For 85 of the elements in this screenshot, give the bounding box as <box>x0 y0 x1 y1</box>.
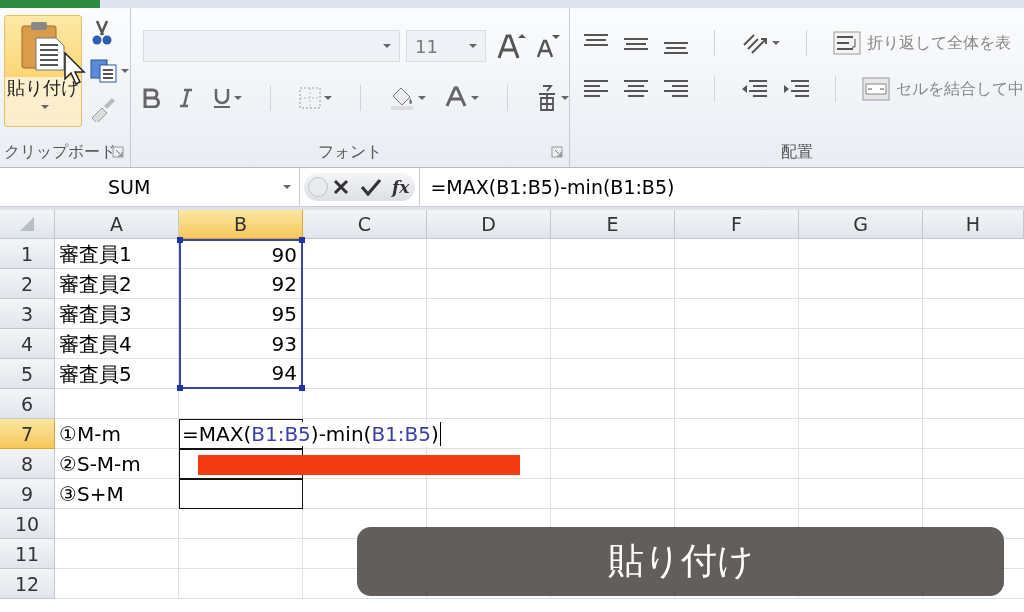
column-header[interactable]: F <box>675 210 799 239</box>
decrease-indent-icon[interactable] <box>741 78 767 100</box>
group-label: クリップボード <box>4 141 116 163</box>
caret-icon[interactable] <box>561 95 569 101</box>
row-header[interactable]: 12 <box>0 569 55 599</box>
copy-icon[interactable] <box>90 59 118 83</box>
row-header[interactable]: 6 <box>0 389 55 419</box>
sheet-cell[interactable]: 審査員1 <box>55 239 179 269</box>
insert-function-button[interactable]: fx <box>392 177 410 197</box>
sheet-cell[interactable] <box>179 449 303 479</box>
increase-indent-icon[interactable] <box>783 78 809 100</box>
cancel-icon[interactable] <box>332 178 350 196</box>
sheet-cell[interactable]: 審査員4 <box>55 329 179 359</box>
column-header[interactable]: A <box>55 210 179 239</box>
column-header[interactable]: H <box>923 210 1024 239</box>
caption-toast: 貼り付け <box>357 527 1004 596</box>
sheet-cell[interactable]: 93 <box>179 329 303 359</box>
sheet-cell[interactable]: 審査員2 <box>55 269 179 299</box>
shrink-font-icon[interactable] <box>534 33 560 59</box>
row-header[interactable]: 7 <box>0 419 55 449</box>
column-header[interactable]: C <box>303 210 427 239</box>
align-right-icon[interactable] <box>664 78 688 100</box>
column-header[interactable]: E <box>551 210 675 239</box>
row-header[interactable]: 1 <box>0 239 55 269</box>
selection-handle[interactable] <box>177 237 183 243</box>
row-header[interactable]: 10 <box>0 509 55 539</box>
caret-icon[interactable] <box>471 95 479 101</box>
wrap-text-icon[interactable] <box>833 31 861 55</box>
column-header[interactable]: G <box>799 210 923 239</box>
caret-icon[interactable] <box>383 43 391 49</box>
align-left-icon[interactable] <box>584 78 608 100</box>
bold-icon[interactable] <box>143 88 161 108</box>
sheet-cell[interactable]: ③S+M <box>55 479 179 509</box>
text-angle-icon[interactable] <box>741 31 769 55</box>
caret-icon[interactable] <box>469 43 477 49</box>
name-box[interactable]: SUM <box>0 168 300 206</box>
row-header[interactable]: 4 <box>0 329 55 359</box>
row-header[interactable]: 11 <box>0 539 55 569</box>
selection-handle[interactable] <box>299 237 305 243</box>
row-header[interactable]: 5 <box>0 359 55 389</box>
font-size-field[interactable]: 11 <box>406 30 486 62</box>
sheet-cell[interactable]: 92 <box>179 269 303 299</box>
wrap-text-button[interactable]: 折り返して全体を表 <box>833 31 1011 55</box>
group-label: 配置 <box>781 141 813 163</box>
row-header[interactable]: 9 <box>0 479 55 509</box>
caret-icon[interactable] <box>40 104 49 110</box>
column-header[interactable]: D <box>427 210 551 239</box>
grow-font-icon[interactable] <box>496 32 526 60</box>
caret-icon[interactable] <box>121 68 129 74</box>
launcher-icon[interactable] <box>112 146 124 158</box>
sheet-cell[interactable]: 90 <box>179 239 303 269</box>
formula-field[interactable]: =MAX(B1:B5)-min(B1:B5) <box>419 168 1024 206</box>
merge-cells-icon[interactable] <box>862 77 890 101</box>
round-knob <box>308 177 328 197</box>
group-label: フォント <box>318 141 382 163</box>
sheet-cell[interactable]: 95 <box>179 299 303 329</box>
sheet-cell[interactable]: 94 <box>179 359 303 389</box>
check-icon[interactable] <box>360 178 382 196</box>
sheet-cell[interactable]: ①M-m <box>55 419 179 449</box>
sheet-cell[interactable]: 審査員5 <box>55 359 179 389</box>
sheet-cell[interactable]: ②S-M-m <box>55 449 179 479</box>
launcher-icon[interactable] <box>551 146 563 158</box>
caret-icon[interactable] <box>772 40 780 46</box>
caret-icon[interactable] <box>418 95 426 101</box>
fill-bucket-icon[interactable] <box>389 86 415 110</box>
row-header[interactable]: 3 <box>0 299 55 329</box>
paste-button[interactable]: 貼り付け <box>4 15 82 127</box>
sheet-cell[interactable]: 審査員3 <box>55 299 179 329</box>
column-header[interactable]: B <box>179 210 303 239</box>
brush-icon[interactable] <box>90 96 116 122</box>
scissors-icon[interactable] <box>90 20 114 46</box>
phonetic-icon[interactable] <box>536 84 558 112</box>
clipboard-icon <box>20 20 66 72</box>
sheet-cell[interactable] <box>179 479 303 509</box>
font-name-field[interactable] <box>143 30 400 62</box>
caret-icon[interactable] <box>324 95 332 101</box>
selection-handle[interactable] <box>177 385 183 391</box>
align-center-icon[interactable] <box>624 78 648 100</box>
selection-handle[interactable] <box>299 385 305 391</box>
row-header[interactable]: 2 <box>0 269 55 299</box>
italic-icon[interactable] <box>179 88 195 108</box>
caret-icon[interactable] <box>283 184 291 190</box>
underline-icon[interactable] <box>213 87 231 109</box>
caret-icon[interactable] <box>234 95 242 101</box>
row-header[interactable]: 8 <box>0 449 55 479</box>
